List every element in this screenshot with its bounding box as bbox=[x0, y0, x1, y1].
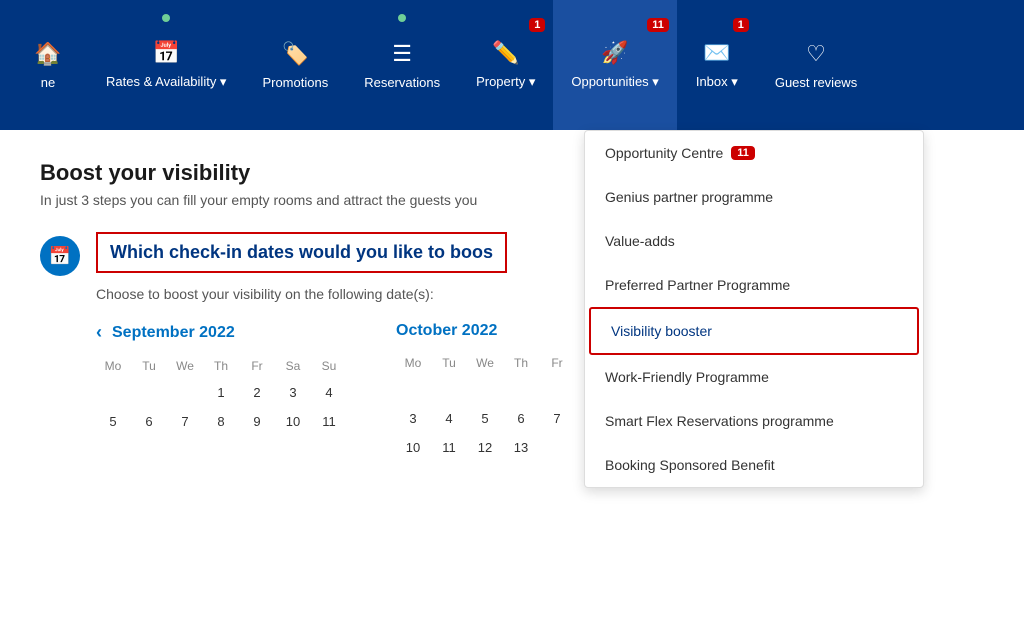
cal-day[interactable]: 8 bbox=[204, 408, 238, 435]
oct-month-label: October 2022 bbox=[396, 322, 497, 340]
reservations-icon: ☰ bbox=[392, 41, 412, 67]
rates-icon: 📅 bbox=[153, 40, 180, 66]
col-fr: Fr bbox=[240, 355, 274, 377]
cal-day[interactable]: 6 bbox=[504, 405, 538, 432]
dropdown-item-preferred[interactable]: Preferred Partner Programme bbox=[585, 263, 923, 307]
cal-day[interactable]: 11 bbox=[312, 408, 346, 435]
col-su: Su bbox=[312, 355, 346, 377]
cal-day[interactable]: 10 bbox=[276, 408, 310, 435]
dropdown-item-genius[interactable]: Genius partner programme bbox=[585, 175, 923, 219]
cal-header-sep: ‹ September 2022 bbox=[96, 322, 356, 343]
col-we: We bbox=[468, 352, 502, 374]
nav-item-opportunities[interactable]: 11 🚀 Opportunities ▾ bbox=[553, 0, 676, 130]
cal-day[interactable]: 6 bbox=[132, 408, 166, 435]
dropdown-item-work-friendly[interactable]: Work-Friendly Programme bbox=[585, 355, 923, 399]
nav-item-property[interactable]: 1 ✏️ Property ▾ bbox=[458, 0, 553, 130]
calendar-september: ‹ September 2022 Mo Tu We Th Fr Sa Su 1 … bbox=[96, 322, 356, 461]
rates-dot bbox=[162, 14, 170, 22]
nav-item-inbox[interactable]: 1 ✉️ Inbox ▾ bbox=[677, 0, 757, 130]
dropdown-item-smart-flex[interactable]: Smart Flex Reservations programme bbox=[585, 399, 923, 443]
opportunities-badge: 11 bbox=[647, 18, 669, 32]
step-question: Which check-in dates would you like to b… bbox=[96, 232, 507, 273]
sep-grid: Mo Tu We Th Fr Sa Su 1 2 3 4 5 6 7 8 bbox=[96, 355, 356, 435]
step-calendar-icon: 📅 bbox=[40, 236, 80, 276]
cal-day[interactable]: 9 bbox=[240, 408, 274, 435]
col-th: Th bbox=[204, 355, 238, 377]
cal-day[interactable]: 10 bbox=[396, 434, 430, 461]
nav-item-home[interactable]: 🏠 ne bbox=[8, 0, 88, 130]
inbox-icon: ✉️ bbox=[703, 40, 730, 66]
col-tu: Tu bbox=[432, 352, 466, 374]
col-mo: Mo bbox=[396, 352, 430, 374]
col-th: Th bbox=[504, 352, 538, 374]
guest-reviews-icon: ♡ bbox=[806, 41, 826, 67]
cal-day[interactable]: 3 bbox=[276, 379, 310, 406]
reservations-dot bbox=[398, 14, 406, 22]
inbox-badge: 1 bbox=[733, 18, 749, 32]
home-icon: 🏠 bbox=[34, 41, 61, 67]
cal-day[interactable]: 12 bbox=[468, 434, 502, 461]
cal-day[interactable]: 7 bbox=[168, 408, 202, 435]
col-mo: Mo bbox=[96, 355, 130, 377]
step-desc: Choose to boost your visibility on the f… bbox=[96, 286, 507, 302]
dropdown-item-opportunity-centre[interactable]: Opportunity Centre 11 bbox=[585, 131, 923, 175]
promotions-icon: 🏷️ bbox=[282, 41, 309, 67]
col-sa: Sa bbox=[276, 355, 310, 377]
step-content: Which check-in dates would you like to b… bbox=[96, 232, 507, 302]
property-badge: 1 bbox=[529, 18, 545, 32]
property-icon: ✏️ bbox=[492, 40, 519, 66]
cal-day[interactable]: 13 bbox=[504, 434, 538, 461]
opportunities-icon: 🚀 bbox=[601, 40, 628, 66]
dropdown-item-booking-sponsored[interactable]: Booking Sponsored Benefit bbox=[585, 443, 923, 487]
col-fr: Fr bbox=[540, 352, 574, 374]
cal-day[interactable]: 7 bbox=[540, 405, 574, 432]
sep-month-label: September 2022 bbox=[112, 324, 235, 342]
cal-day[interactable]: 5 bbox=[96, 408, 130, 435]
dropdown-item-visibility-booster[interactable]: Visibility booster bbox=[589, 307, 919, 355]
nav-item-reservations[interactable]: ☰ Reservations bbox=[346, 0, 458, 130]
cal-day[interactable]: 3 bbox=[396, 405, 430, 432]
nav-item-guest-reviews[interactable]: ♡ Guest reviews bbox=[757, 0, 875, 130]
col-we: We bbox=[168, 355, 202, 377]
nav-item-promotions[interactable]: 🏷️ Promotions bbox=[244, 0, 346, 130]
cal-day[interactable]: 5 bbox=[468, 405, 502, 432]
opportunity-centre-badge: 11 bbox=[731, 146, 755, 160]
cal-day[interactable]: 2 bbox=[240, 379, 274, 406]
opportunities-dropdown: Opportunity Centre 11 Genius partner pro… bbox=[584, 130, 924, 488]
dropdown-item-value-adds[interactable]: Value-adds bbox=[585, 219, 923, 263]
nav-item-rates[interactable]: 📅 Rates & Availability ▾ bbox=[88, 0, 244, 130]
cal-day[interactable]: 4 bbox=[312, 379, 346, 406]
col-tu: Tu bbox=[132, 355, 166, 377]
cal-day[interactable]: 11 bbox=[432, 434, 466, 461]
cal-day[interactable]: 1 bbox=[204, 379, 238, 406]
prev-month-button[interactable]: ‹ bbox=[96, 322, 102, 343]
navbar: 🏠 ne 📅 Rates & Availability ▾ 🏷️ Promoti… bbox=[0, 0, 1024, 130]
cal-day[interactable]: 4 bbox=[432, 405, 466, 432]
